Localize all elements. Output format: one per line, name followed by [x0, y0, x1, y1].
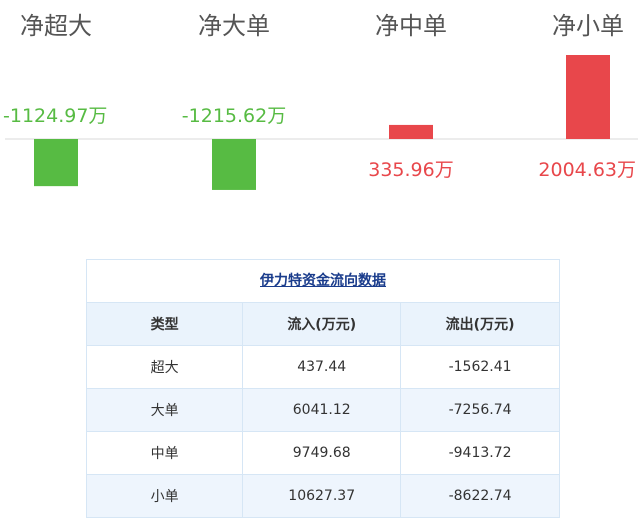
table-row: 大单 6041.12 -7256.74 — [85, 388, 560, 432]
row-type: 大单 — [85, 388, 244, 432]
row-inflow: 10627.37 — [242, 474, 402, 518]
row-type: 超大 — [85, 345, 244, 389]
row-inflow: 437.44 — [242, 345, 402, 389]
row-outflow: -8622.74 — [400, 474, 560, 518]
table-title-link[interactable]: 伊力特资金流向数据 — [260, 273, 386, 289]
row-outflow: -1562.41 — [400, 345, 560, 389]
data-label: -1215.62万 — [182, 105, 286, 127]
bar — [212, 139, 256, 190]
category-label: 净大单 — [198, 12, 270, 40]
row-outflow: -7256.74 — [400, 388, 560, 432]
data-label: 2004.63万 — [538, 159, 636, 181]
header-inflow: 流入(万元) — [242, 302, 402, 346]
table-row: 超大 437.44 -1562.41 — [85, 345, 560, 389]
table-caption: 伊力特资金流向数据 — [86, 259, 560, 302]
data-label: 335.96万 — [368, 159, 453, 181]
table-row: 中单 9749.68 -9413.72 — [85, 431, 560, 475]
table-header-row: 类型 流入(万元) 流出(万元) — [85, 302, 560, 346]
net-flow-chart: 净超大 -1124.97万 净大单 -1215.62万 净中单 335.96万 净小单 200… — [3, 12, 638, 190]
row-outflow: -9413.72 — [400, 431, 560, 475]
bar — [34, 139, 78, 187]
bar — [566, 55, 610, 139]
row-type: 小单 — [85, 474, 244, 518]
header-type: 类型 — [85, 302, 244, 346]
bar — [389, 124, 433, 139]
fund-flow-table: 伊力特资金流向数据 类型 流入(万元) 流出(万元) 超大 437.44 -15… — [85, 259, 560, 518]
category-label: 净中单 — [375, 12, 447, 40]
data-label: -1124.97万 — [3, 105, 107, 127]
row-type: 中单 — [85, 431, 244, 475]
category-label: 净超大 — [20, 12, 92, 40]
category-label: 净小单 — [552, 12, 624, 40]
header-outflow: 流出(万元) — [400, 302, 560, 346]
row-inflow: 9749.68 — [242, 431, 402, 475]
row-inflow: 6041.12 — [242, 388, 402, 432]
table-row: 小单 10627.37 -8622.74 — [85, 474, 560, 518]
